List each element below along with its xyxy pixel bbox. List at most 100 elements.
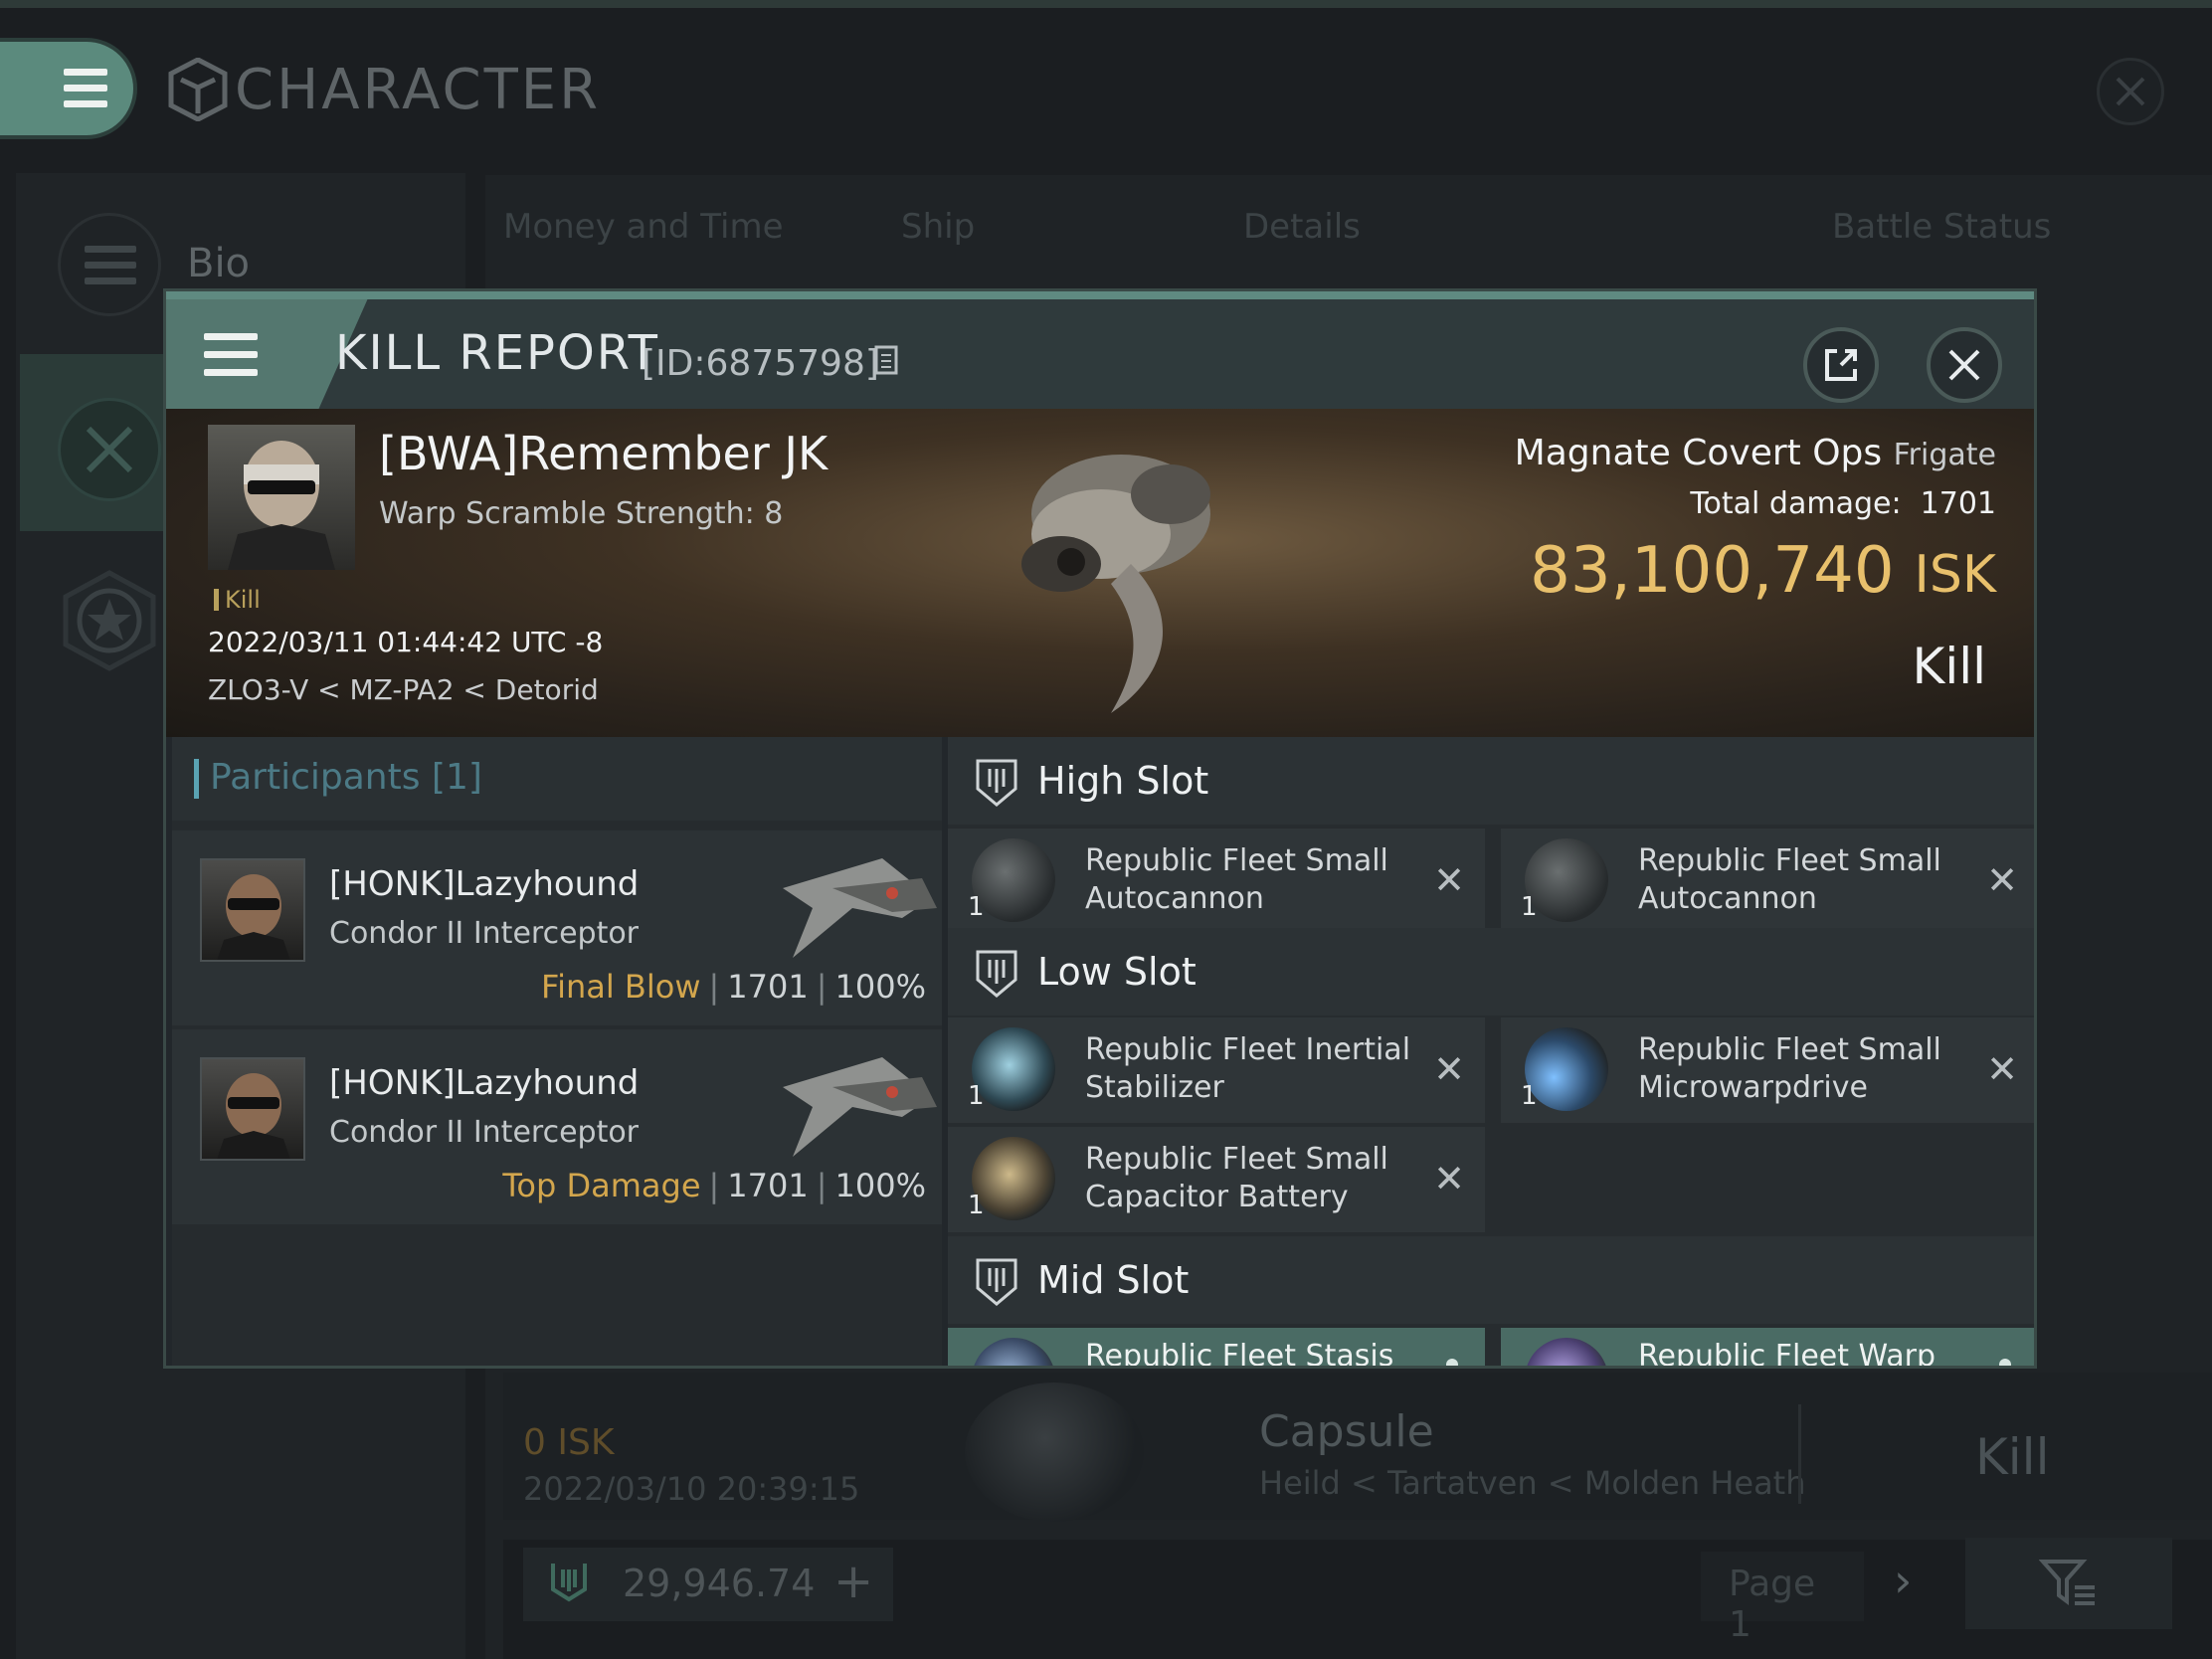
module-quantity: 1	[1521, 892, 1538, 922]
destroyed-icon: ✕	[1986, 1047, 2018, 1091]
fitting-panel: High Slot 1 Republic Fleet Small Autocan…	[948, 737, 2034, 1369]
isk-value: 83,100,740 ISK	[1530, 534, 1996, 608]
module-name: Republic Fleet Small Autocannon	[1638, 843, 1941, 916]
list-icon	[85, 246, 136, 285]
app-close-button[interactable]	[2097, 58, 2164, 125]
hamburger-icon	[64, 69, 107, 108]
total-damage-label: Total damage:	[1690, 486, 1902, 521]
kill-location[interactable]: ZLO3-V < MZ-PA2 < Detorid	[208, 673, 599, 706]
slot-shield-icon	[976, 1258, 1017, 1306]
module-item[interactable]: Republic Fleet Stasis	[948, 1328, 1485, 1369]
victim-name: [BWA]Remember JK	[379, 427, 829, 480]
copy-icon[interactable]	[874, 345, 898, 375]
wallet-amount: 29,946.74	[623, 1562, 816, 1605]
ship-type[interactable]: Magnate Covert Ops Frigate	[1515, 433, 1996, 473]
kill-tag: Kill	[214, 586, 261, 614]
victim-banner: [BWA]Remember JK Warp Scramble Strength:…	[166, 409, 2034, 737]
module-name: Republic Fleet Small Capacitor Battery	[1085, 1142, 1388, 1214]
module-name: Republic Fleet Small Autocannon	[1085, 843, 1388, 916]
module-item[interactable]: 1 Republic Fleet Small Microwarpdrive ✕	[1501, 1017, 2034, 1123]
isk-amount: 83,100,740	[1530, 534, 1895, 608]
share-button[interactable]	[1803, 327, 1879, 403]
module-name: Republic Fleet Warp	[1638, 1339, 1936, 1369]
module-quantity: 1	[968, 1081, 985, 1111]
top-border	[0, 0, 2212, 8]
close-icon	[1948, 349, 1980, 381]
module-quantity: 1	[968, 1191, 985, 1220]
dropped-icon	[1446, 1359, 1458, 1366]
dialog-title: KILL REPORT	[335, 325, 659, 381]
kill-id: [ID:6875798]	[642, 343, 879, 384]
row-location: Heild < Tartatven < Molden Heath	[1259, 1464, 1806, 1502]
star-icon[interactable]	[58, 569, 161, 672]
sidebar-item-bio-icon[interactable]	[58, 213, 161, 316]
ship-name: Magnate Covert Ops	[1514, 433, 1883, 473]
module-quantity: 1	[968, 892, 985, 922]
module-item[interactable]: 1 Republic Fleet Small Autocannon ✕	[1501, 829, 2034, 934]
result-label: Kill	[1912, 638, 1986, 695]
total-damage: Total damage: 1701	[1690, 486, 1996, 521]
participant-row[interactable]: [HONK]Lazyhound Condor II Interceptor Fi…	[172, 830, 942, 1025]
wallet-icon	[551, 1564, 587, 1602]
participants-panel: Participants [1] [HONK]Lazyhound Condor …	[172, 737, 942, 1366]
module-name: Republic Fleet Inertial Stabilizer	[1085, 1032, 1411, 1105]
inertial-stabilizer-icon	[972, 1027, 1055, 1111]
module-item[interactable]: 1 Republic Fleet Small Capacitor Battery…	[948, 1127, 1485, 1232]
low-slot-label: Low Slot	[1037, 950, 1197, 994]
dialog-header: KILL REPORT [ID:6875798]	[166, 291, 2034, 409]
tab-ship[interactable]: Ship	[901, 207, 975, 247]
participant-name: [HONK]Lazyhound	[329, 864, 640, 904]
participant-portrait[interactable]	[200, 1057, 305, 1161]
tab-details[interactable]: Details	[1243, 207, 1361, 247]
participant-stats: Final Blow | 1701 | 100%	[541, 968, 926, 1006]
share-icon	[1825, 349, 1857, 381]
participant-stats: Top Damage | 1701 | 100%	[502, 1167, 926, 1204]
ship-class: Frigate	[1893, 438, 1996, 472]
row-result: Kill	[1975, 1428, 2050, 1486]
filter-button[interactable]	[1965, 1538, 2172, 1629]
slot-shield-icon	[976, 759, 1017, 807]
module-name: Republic Fleet Stasis	[1085, 1339, 1394, 1369]
high-slot-label: High Slot	[1037, 759, 1209, 803]
microwarpdrive-icon	[1525, 1027, 1608, 1111]
kill-date: 2022/03/11 01:44:42 UTC -8	[208, 626, 604, 658]
tab-money-and-time[interactable]: Money and Time	[503, 207, 784, 247]
app-title: CHARACTER	[235, 58, 602, 122]
module-quantity: 1	[1521, 1081, 1538, 1111]
module-item[interactable]: 1 Republic Fleet Inertial Stabilizer ✕	[948, 1017, 1485, 1123]
module-item[interactable]: Republic Fleet Warp	[1501, 1328, 2034, 1369]
participants-label: Participants [1]	[210, 757, 482, 798]
header-accent	[194, 759, 199, 799]
participant-ship-image[interactable]	[773, 1047, 942, 1165]
next-page-button[interactable]: ›	[1894, 1554, 1912, 1607]
dialog-menu-button[interactable]	[166, 299, 305, 409]
row-date: 2022/03/10 20:39:15	[523, 1470, 860, 1508]
hamburger-icon	[204, 333, 258, 377]
dialog-close-button[interactable]	[1927, 327, 2002, 403]
participant-ship: Condor II Interceptor	[329, 1115, 640, 1150]
tab-battle-status[interactable]: Battle Status	[1832, 207, 2051, 247]
participant-role: Top Damage	[502, 1167, 701, 1204]
warp-disruptor-icon	[1525, 1338, 1608, 1366]
victim-portrait[interactable]	[208, 425, 355, 570]
participants-count: [1]	[431, 757, 482, 798]
mid-slot-header: Mid Slot	[948, 1236, 2034, 1324]
ship-image[interactable]	[952, 415, 1280, 733]
capsule-image	[965, 1382, 1144, 1522]
add-funds-button[interactable]: +	[833, 1554, 873, 1609]
module-item[interactable]: 1 Republic Fleet Small Autocannon ✕	[948, 829, 1485, 934]
participant-role: Final Blow	[541, 968, 701, 1006]
stasis-webifier-icon	[972, 1338, 1055, 1366]
participant-ship-image[interactable]	[773, 848, 942, 966]
row-ship: Capsule	[1259, 1406, 1434, 1457]
close-icon	[2116, 77, 2145, 106]
participant-name: [HONK]Lazyhound	[329, 1063, 640, 1103]
participants-header: Participants [1]	[172, 737, 942, 821]
participant-row[interactable]: [HONK]Lazyhound Condor II Interceptor To…	[172, 1029, 942, 1224]
high-slot-header: High Slot	[948, 737, 2034, 825]
participant-ship: Condor II Interceptor	[329, 916, 640, 951]
main-menu-button[interactable]	[0, 42, 133, 135]
sidebar-item-bio[interactable]: Bio	[187, 241, 250, 286]
participant-portrait[interactable]	[200, 858, 305, 962]
slot-shield-icon	[976, 950, 1017, 998]
